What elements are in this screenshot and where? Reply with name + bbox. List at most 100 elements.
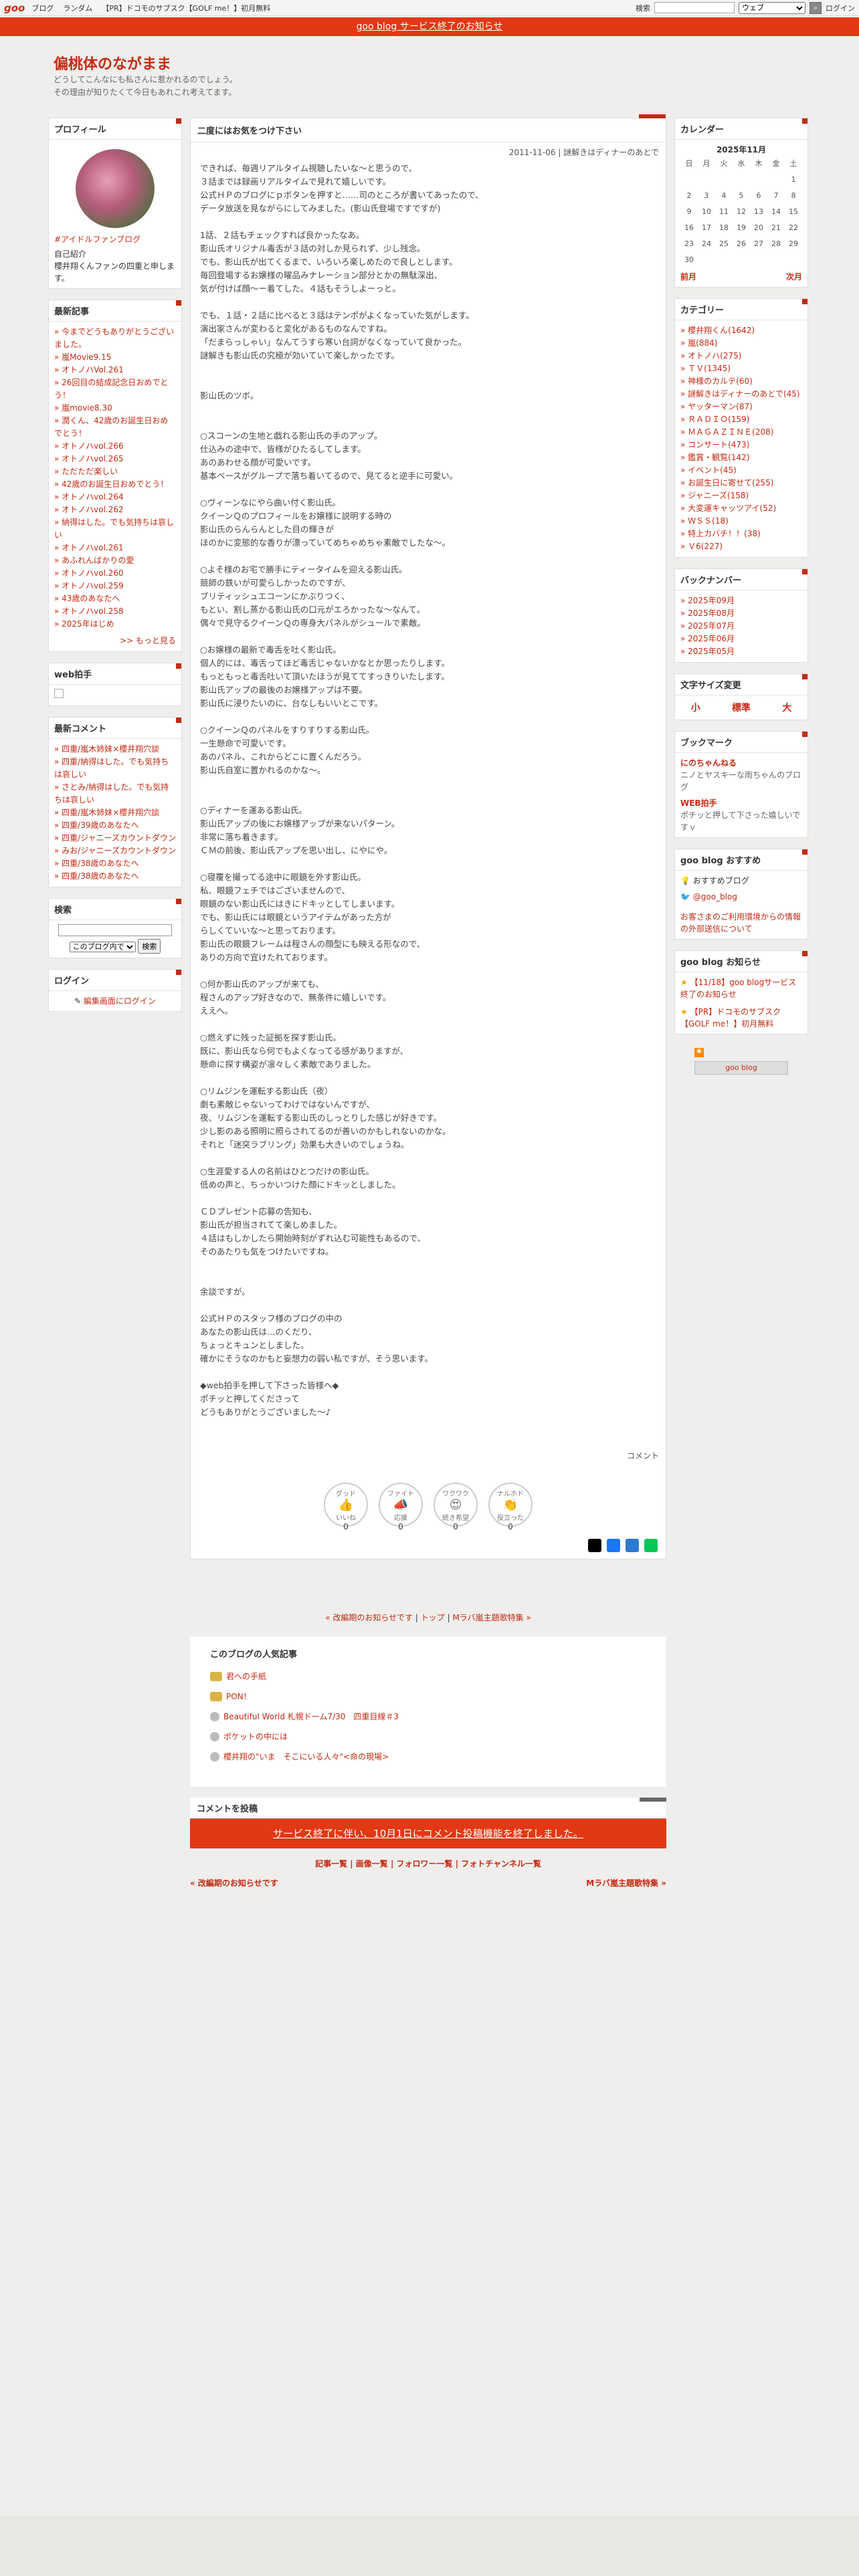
calendar-day[interactable]: 18 bbox=[715, 220, 733, 236]
post-meta[interactable]: 2011-11-06 | 謎解きはディナーのあとで bbox=[509, 148, 659, 157]
popular-item[interactable]: Beautiful World 札幌ドーム7/30 四重目線＃3 bbox=[210, 1707, 646, 1727]
recent-post-item[interactable]: オトノハvol.266 bbox=[54, 440, 176, 453]
backnumber-item[interactable]: 2025年07月 bbox=[680, 620, 802, 633]
category-item[interactable]: Ｖ6(227) bbox=[680, 540, 802, 553]
recommend-blog-link[interactable]: おすすめブログ bbox=[693, 876, 749, 885]
blog-search-scope[interactable]: このブログ内で bbox=[69, 942, 136, 952]
calendar-prev[interactable]: 前月 bbox=[680, 271, 696, 283]
recent-post-item[interactable]: オトノハvol.258 bbox=[54, 605, 176, 618]
bookmark-link-2[interactable]: WEB拍手 bbox=[680, 797, 802, 809]
category-item[interactable]: 謎解きはディナーのあとで(45) bbox=[680, 388, 802, 401]
prev-post-link[interactable]: « 改編期のお知らせです bbox=[325, 1613, 413, 1622]
recent-post-item[interactable]: オトノハvol.260 bbox=[54, 567, 176, 580]
font-normal-button[interactable]: 標準 bbox=[732, 701, 751, 714]
recent-post-item[interactable]: 嵐movie8.30 bbox=[54, 402, 176, 415]
x-share-icon[interactable] bbox=[588, 1539, 601, 1552]
comment-item[interactable]: 四重/納得はした。でも気持ちは哀しい bbox=[54, 756, 176, 781]
popular-item[interactable]: PON！ bbox=[210, 1687, 646, 1707]
recent-post-item[interactable]: オトノハvol.265 bbox=[54, 453, 176, 465]
goo-blog-badge[interactable]: goo blog bbox=[694, 1061, 788, 1075]
recent-post-item[interactable]: オトノハvol.264 bbox=[54, 491, 176, 504]
calendar-day[interactable]: 30 bbox=[680, 252, 698, 268]
category-item[interactable]: 鑑賞・観覧(142) bbox=[680, 451, 802, 464]
font-large-button[interactable]: 大 bbox=[782, 701, 791, 714]
calendar-day[interactable]: 12 bbox=[733, 204, 750, 220]
calendar-day[interactable]: 11 bbox=[715, 204, 733, 220]
goo-twitter-link[interactable]: @goo_blog bbox=[693, 892, 737, 901]
recent-post-item[interactable]: 潤くん、42歳のお誕生日おめでとう！ bbox=[54, 415, 176, 440]
blog-title[interactable]: 偏桃体のながまま bbox=[54, 52, 171, 74]
recent-post-item[interactable]: 嵐Movie9.15 bbox=[54, 351, 176, 364]
top-link[interactable]: トップ bbox=[421, 1613, 445, 1622]
calendar-day[interactable]: 8 bbox=[785, 188, 802, 204]
footer-links[interactable]: 記事一覧 | 画像一覧 | フォロワー一覧 | フォトチャンネル一覧 bbox=[190, 1858, 666, 1869]
font-small-button[interactable]: 小 bbox=[691, 701, 700, 714]
comment-item[interactable]: 四重/38歳のあなたへ bbox=[54, 870, 176, 883]
reaction-button[interactable]: グッド 👍 いいね 0 bbox=[324, 1483, 368, 1531]
backnumber-item[interactable]: 2025年09月 bbox=[680, 595, 802, 607]
nav-pr-link[interactable]: 【PR】ドコモのサブスク【GOLF me！】初月無料 bbox=[102, 3, 270, 13]
service-end-notice[interactable]: goo blog サービス終了のお知らせ bbox=[0, 17, 859, 36]
recent-post-item[interactable]: 納得はした。でも気持ちは哀しい bbox=[54, 516, 176, 542]
calendar-day[interactable]: 5 bbox=[733, 188, 750, 204]
backnumber-item[interactable]: 2025年06月 bbox=[680, 633, 802, 645]
popular-item[interactable]: 櫻井翔の"いま そこにいる人々"<命の現場> bbox=[210, 1747, 646, 1767]
recent-post-item[interactable]: 42歳のお誕生日おめでとう！ bbox=[54, 478, 176, 491]
next-post-link[interactable]: Mラバ嵐主題歌特集 » bbox=[452, 1613, 531, 1622]
backnumber-item[interactable]: 2025年08月 bbox=[680, 607, 802, 620]
calendar-day[interactable]: 20 bbox=[750, 220, 767, 236]
recent-post-item[interactable]: 2025年はじめ bbox=[54, 618, 176, 631]
category-item[interactable]: ヤッターマン(87) bbox=[680, 401, 802, 413]
category-item[interactable]: 櫻井翔くん(1642) bbox=[680, 324, 802, 337]
recent-post-item[interactable]: ただただ楽しい bbox=[54, 465, 176, 478]
calendar-day[interactable]: 15 bbox=[785, 204, 802, 220]
backnumber-item[interactable]: 2025年05月 bbox=[680, 645, 802, 658]
reaction-button[interactable]: ファイト 📣 応援 0 bbox=[379, 1483, 423, 1531]
category-item[interactable]: コンサート(473) bbox=[680, 439, 802, 451]
category-item[interactable]: 嵐(884) bbox=[680, 337, 802, 350]
calendar-day[interactable]: 14 bbox=[767, 204, 785, 220]
calendar-day[interactable]: 26 bbox=[733, 236, 750, 252]
calendar-day[interactable]: 21 bbox=[767, 220, 785, 236]
notice-link-2[interactable]: 【PR】ドコモのサブスク【GOLF me！】初月無料 bbox=[680, 1007, 781, 1029]
calendar-day[interactable]: 13 bbox=[750, 204, 767, 220]
category-item[interactable]: 神様のカルテ(60) bbox=[680, 375, 802, 388]
comment-item[interactable]: 四重/39歳のあなたへ bbox=[54, 819, 176, 832]
calendar-day[interactable]: 28 bbox=[767, 236, 785, 252]
category-item[interactable]: ＴＶ(1345) bbox=[680, 362, 802, 375]
login-link[interactable]: ログイン bbox=[826, 3, 855, 13]
bookmark-link-1[interactable]: にのちゃんねる bbox=[680, 757, 802, 769]
calendar-day[interactable]: 4 bbox=[715, 188, 733, 204]
recent-post-item[interactable]: 今までどうもありがとうございました。 bbox=[54, 326, 176, 351]
blog-search-input[interactable] bbox=[58, 924, 172, 936]
calendar-day[interactable]: 9 bbox=[680, 204, 698, 220]
search-scope-select[interactable]: ウェブ bbox=[739, 1, 805, 14]
reaction-button[interactable]: ワクワク 😍 続き希望 0 bbox=[434, 1483, 478, 1531]
category-item[interactable]: イベント(45) bbox=[680, 464, 802, 477]
web-clap-image[interactable] bbox=[54, 689, 64, 698]
profile-tag-link[interactable]: #アイドルファンブログ bbox=[54, 233, 176, 245]
category-item[interactable]: ジャニーズ(158) bbox=[680, 490, 802, 502]
recent-post-item[interactable]: 26回目の結成記念日おめでとう！ bbox=[54, 377, 176, 402]
calendar-day[interactable]: 16 bbox=[680, 220, 698, 236]
calendar-day[interactable]: 22 bbox=[785, 220, 802, 236]
calendar-day[interactable]: 29 bbox=[785, 236, 802, 252]
calendar-day[interactable]: 6 bbox=[750, 188, 767, 204]
category-item[interactable]: 大変運キャッツアイ(52) bbox=[680, 502, 802, 515]
external-info-link[interactable]: お客さまのご利用環境からの情報の外部送信について bbox=[680, 911, 802, 935]
category-item[interactable]: ＲＡＤＩＯ(159) bbox=[680, 413, 802, 426]
category-item[interactable]: ＷＳＳ(18) bbox=[680, 515, 802, 528]
notice-link-1[interactable]: 【11/18】goo blogサービス終了のお知らせ bbox=[680, 978, 796, 999]
recent-post-item[interactable]: 43歳のあなたへ bbox=[54, 593, 176, 605]
popular-item[interactable]: 君への手紙 bbox=[210, 1667, 646, 1687]
edit-login-link[interactable]: 編集画面にログイン bbox=[84, 996, 156, 1006]
recent-post-item[interactable]: オトノハvol.261 bbox=[54, 542, 176, 554]
comment-item[interactable]: 四重/嵐木姉妹×櫻井翔穴談 bbox=[54, 807, 176, 819]
footer-prev-link[interactable]: « 改編期のお知らせです bbox=[190, 1877, 278, 1889]
recent-post-item[interactable]: オトノハvol.259 bbox=[54, 580, 176, 593]
comment-item[interactable]: 四重/ジャニーズカウントダウン bbox=[54, 832, 176, 845]
more-link[interactable]: >> もっと見る bbox=[49, 635, 181, 651]
line-share-icon[interactable] bbox=[644, 1539, 658, 1552]
comment-item[interactable]: みお/ジャニーズカウントダウン bbox=[54, 845, 176, 857]
comment-item[interactable]: 四重/嵐木姉妹×櫻井翔穴談 bbox=[54, 743, 176, 756]
